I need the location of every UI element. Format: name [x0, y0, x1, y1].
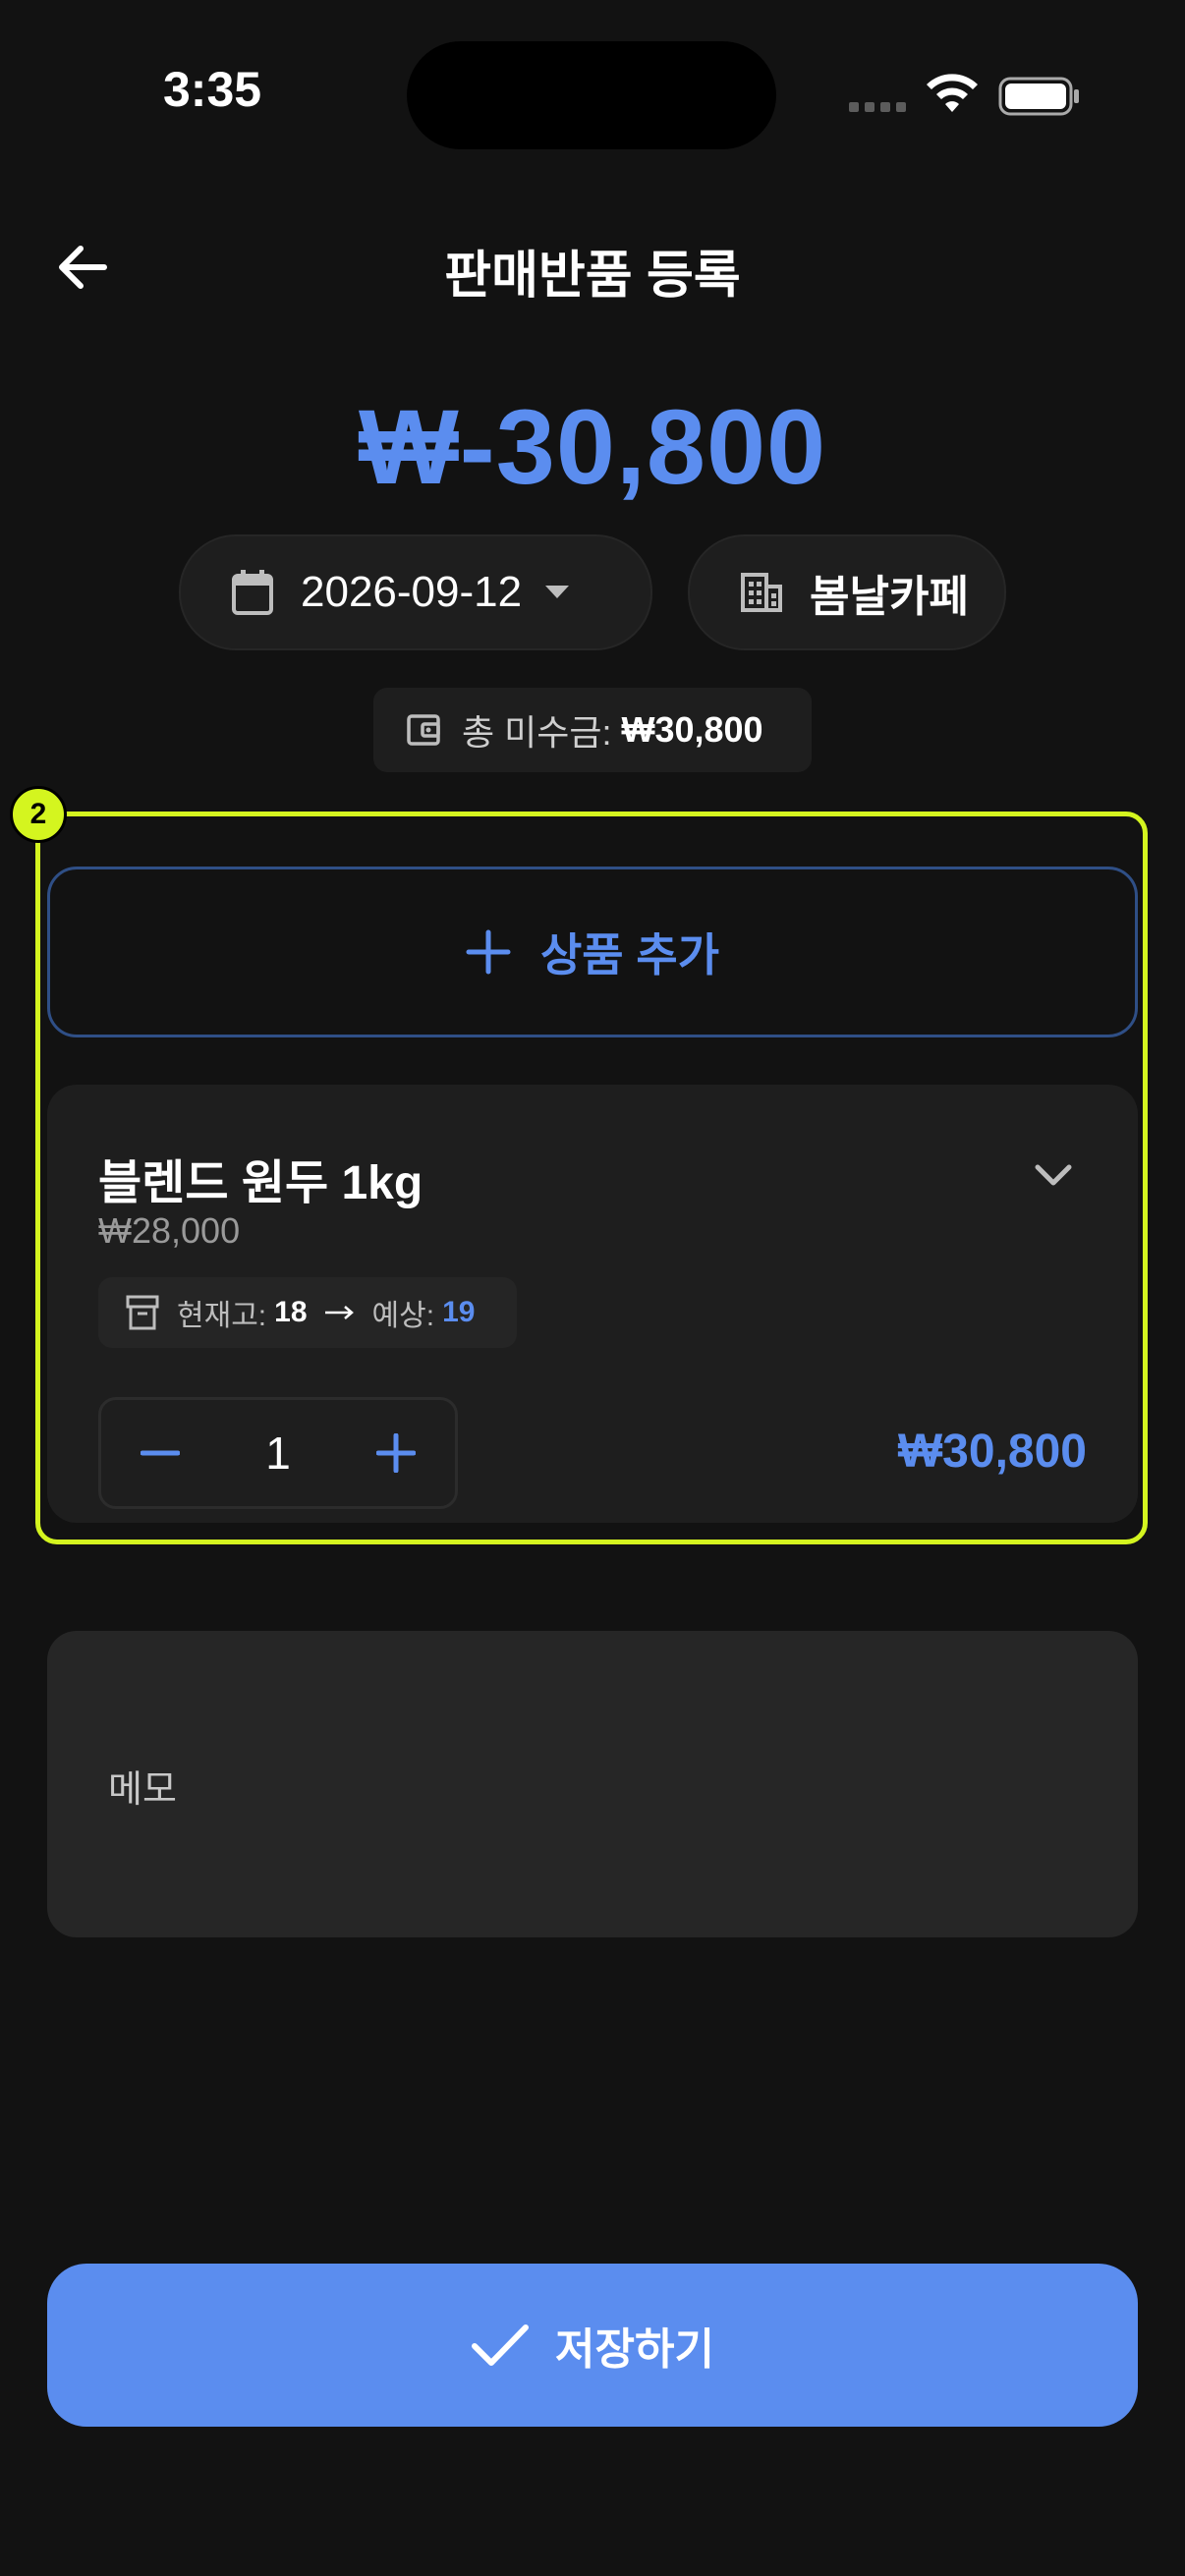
customer-picker-button[interactable]: 봄날카페: [688, 534, 1006, 650]
expand-product-button[interactable]: [1024, 1146, 1083, 1204]
customer-name: 봄날카페: [810, 573, 969, 621]
add-product-label: 상품 추가: [539, 929, 720, 980]
receivable-value: ₩30,800: [621, 709, 763, 750]
memo-field[interactable]: 메모: [47, 1631, 1138, 1937]
quantity-value[interactable]: 1: [265, 1427, 291, 1480]
annotation-marker: 2: [10, 786, 67, 843]
archive-icon: [126, 1295, 159, 1330]
dynamic-island: [407, 41, 776, 149]
save-label: 저장하기: [555, 2325, 714, 2374]
stock-label: 현재고:: [177, 1300, 267, 1332]
date-value: 2026-09-12: [301, 568, 523, 616]
receivable-label: 총 미수금:: [462, 712, 612, 753]
plus-icon: [466, 929, 511, 975]
product-name: 블렌드 원두 1kg: [98, 1157, 423, 1209]
wallet-icon: [407, 714, 440, 746]
check-icon: [472, 2324, 530, 2366]
plus-icon: [376, 1433, 416, 1473]
line-total: ₩30,800: [897, 1426, 1087, 1478]
caret-down-icon: [545, 586, 570, 598]
building-icon: [741, 573, 782, 612]
status-time: 3:35: [163, 62, 262, 117]
save-button[interactable]: 저장하기: [47, 2264, 1138, 2427]
stock-value: 18: [274, 1296, 308, 1328]
arrow-right-icon: [324, 1306, 354, 1319]
calendar-icon: [232, 570, 273, 615]
product-unit-price: ₩28,000: [98, 1210, 241, 1251]
minus-icon: [141, 1450, 180, 1456]
total-amount: ₩-30,800: [358, 387, 827, 506]
increment-button[interactable]: [367, 1424, 425, 1483]
battery-icon: [998, 77, 1079, 116]
memo-placeholder: 메모: [108, 1769, 177, 1811]
add-product-button[interactable]: 상품 추가: [47, 867, 1138, 1037]
receivable-badge: 총 미수금: ₩30,800: [373, 688, 812, 772]
product-card: 블렌드 원두 1kg ₩28,000 현재고: 18 예상: 19 1 ₩30,…: [47, 1085, 1138, 1523]
date-picker-button[interactable]: 2026-09-12: [179, 534, 652, 650]
decrement-button[interactable]: [131, 1424, 190, 1483]
chevron-down-icon: [1035, 1164, 1072, 1186]
signal-icon: [849, 102, 906, 112]
page-title: 판매반품 등록: [444, 248, 741, 305]
expected-label: 예상:: [371, 1300, 435, 1332]
quantity-stepper: 1: [98, 1397, 458, 1509]
wifi-icon: [927, 74, 978, 112]
expected-value: 19: [442, 1296, 476, 1328]
stock-info: 현재고: 18 예상: 19: [98, 1277, 517, 1348]
